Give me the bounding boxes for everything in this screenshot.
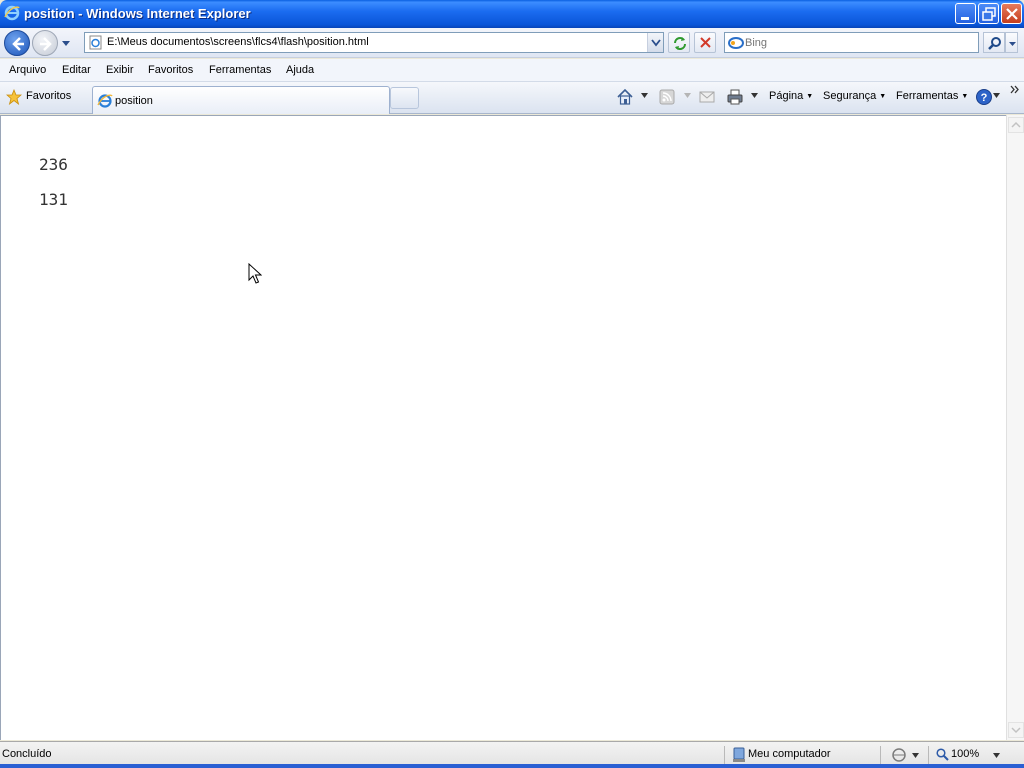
ie-icon (97, 94, 113, 108)
minimize-icon (961, 17, 969, 20)
tab-label: position (115, 95, 153, 107)
page-menu-label: Página (769, 90, 804, 102)
search-box[interactable] (724, 32, 979, 53)
favorites-label: Favoritos (26, 90, 72, 102)
zone-label: Meu computador (748, 748, 831, 760)
restore-button[interactable] (978, 3, 999, 24)
chevron-down-icon[interactable] (993, 93, 1000, 98)
menu-exibir[interactable]: Exibir (106, 64, 134, 76)
close-icon (1006, 8, 1018, 20)
title-bar[interactable]: position - Windows Internet Explorer (0, 0, 1024, 28)
address-row: E:\Meus documentos\screens\flcs4\flash\p… (0, 28, 1024, 58)
scroll-down-button[interactable] (1008, 722, 1024, 738)
search-input[interactable] (745, 35, 965, 50)
chevron-down-icon[interactable] (641, 93, 648, 98)
tools-menu-label: Ferramentas (896, 90, 959, 102)
address-bar[interactable]: E:\Meus documentos\screens\flcs4\flash\p… (84, 32, 664, 53)
print-icon[interactable] (726, 88, 744, 106)
rss-icon (659, 89, 675, 105)
restore-icon (982, 7, 996, 21)
chevron-down-icon (1011, 727, 1021, 734)
zoom-level: 100% (951, 748, 980, 760)
value-2: 131 (39, 190, 68, 209)
chevron-down-icon (684, 93, 691, 98)
stop-button[interactable] (694, 32, 716, 53)
status-text: Concluído (2, 748, 52, 760)
page-icon (89, 35, 102, 50)
status-divider (880, 746, 881, 764)
bing-icon (728, 37, 744, 49)
tab-position[interactable]: position (92, 86, 390, 114)
new-tab-button[interactable] (390, 87, 419, 109)
window-title: position - Windows Internet Explorer (24, 6, 251, 21)
mouse-cursor-icon (248, 263, 262, 284)
security-menu[interactable]: Segurança ▼ (823, 90, 886, 102)
home-icon[interactable] (616, 88, 634, 106)
chevron-down-icon (651, 39, 661, 47)
svg-text:?: ? (981, 92, 988, 104)
protected-mode-icon[interactable] (890, 747, 908, 763)
scroll-up-button[interactable] (1008, 117, 1024, 133)
tools-menu[interactable]: Ferramentas ▼ (896, 90, 968, 102)
security-menu-label: Segurança (823, 90, 877, 102)
zoom-icon (936, 748, 949, 761)
menu-ferramentas[interactable]: Ferramentas (209, 64, 271, 76)
minimize-button[interactable] (955, 3, 976, 24)
close-button[interactable] (1001, 3, 1022, 24)
refresh-icon (674, 37, 686, 50)
menu-arquivo[interactable]: Arquivo (9, 64, 46, 76)
menu-bar: Arquivo Editar Exibir Favoritos Ferramen… (0, 59, 1024, 82)
search-button[interactable] (983, 32, 1005, 53)
page-content: 236 131 (0, 115, 1006, 740)
refresh-button[interactable] (668, 32, 690, 53)
forward-button[interactable] (32, 30, 58, 56)
ie-icon (4, 5, 20, 21)
menu-editar[interactable]: Editar (62, 64, 91, 76)
chevron-down-icon[interactable] (993, 753, 1000, 758)
stop-icon (700, 37, 711, 48)
back-button[interactable] (4, 30, 30, 56)
help-icon[interactable]: ? (975, 88, 993, 106)
address-dropdown-button[interactable] (647, 33, 663, 52)
status-divider (724, 746, 725, 764)
taskbar-edge (0, 764, 1024, 768)
address-url[interactable]: E:\Meus documentos\screens\flcs4\flash\p… (107, 36, 369, 48)
value-1: 236 (39, 155, 68, 174)
computer-icon (733, 747, 745, 762)
history-dropdown-icon[interactable] (60, 36, 72, 50)
menu-favoritos[interactable]: Favoritos (148, 64, 193, 76)
forward-icon (40, 37, 52, 51)
mail-icon (699, 91, 715, 103)
chevron-up-icon (1011, 121, 1021, 128)
chevron-down-icon (1009, 42, 1016, 46)
back-icon (12, 37, 24, 51)
status-divider (928, 746, 929, 764)
chevron-more-icon[interactable] (1010, 85, 1020, 94)
star-icon (6, 89, 22, 105)
chevron-down-icon[interactable] (912, 753, 919, 758)
chevron-down-icon[interactable] (751, 93, 758, 98)
search-icon (988, 37, 1001, 50)
favorites-bar: Favoritos position Página ▼ Segurança ▼ Fe… (0, 82, 1024, 114)
vertical-scrollbar[interactable] (1006, 115, 1024, 740)
page-menu[interactable]: Página ▼ (769, 90, 813, 102)
search-options-button[interactable] (1005, 32, 1018, 53)
menu-ajuda[interactable]: Ajuda (286, 64, 314, 76)
